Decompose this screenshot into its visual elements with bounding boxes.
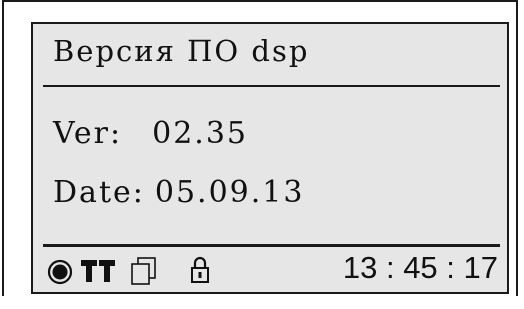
- title-divider: [43, 85, 500, 87]
- status-bar: 13 : 45 : 17: [43, 250, 500, 290]
- signal-icon: [99, 259, 115, 288]
- lcd-display: Версия ПО dsp Ver: 02.35 Date: 05.09.13: [31, 22, 509, 294]
- lock-icon: [189, 255, 211, 290]
- copy-icon: [129, 256, 159, 291]
- screen-title: Версия ПО dsp: [53, 34, 310, 68]
- date-value: 05.09.13: [154, 175, 305, 210]
- signal-icon: [81, 259, 97, 288]
- date-row: Date: 05.09.13: [53, 175, 304, 210]
- version-value: 02.35: [152, 116, 249, 151]
- clock-readout: 13 : 45 : 17: [342, 250, 498, 285]
- date-label: Date:: [53, 175, 145, 210]
- record-icon: [47, 259, 73, 290]
- version-row: Ver: 02.35: [53, 116, 248, 151]
- version-label: Ver:: [53, 116, 123, 151]
- status-divider: [43, 244, 500, 247]
